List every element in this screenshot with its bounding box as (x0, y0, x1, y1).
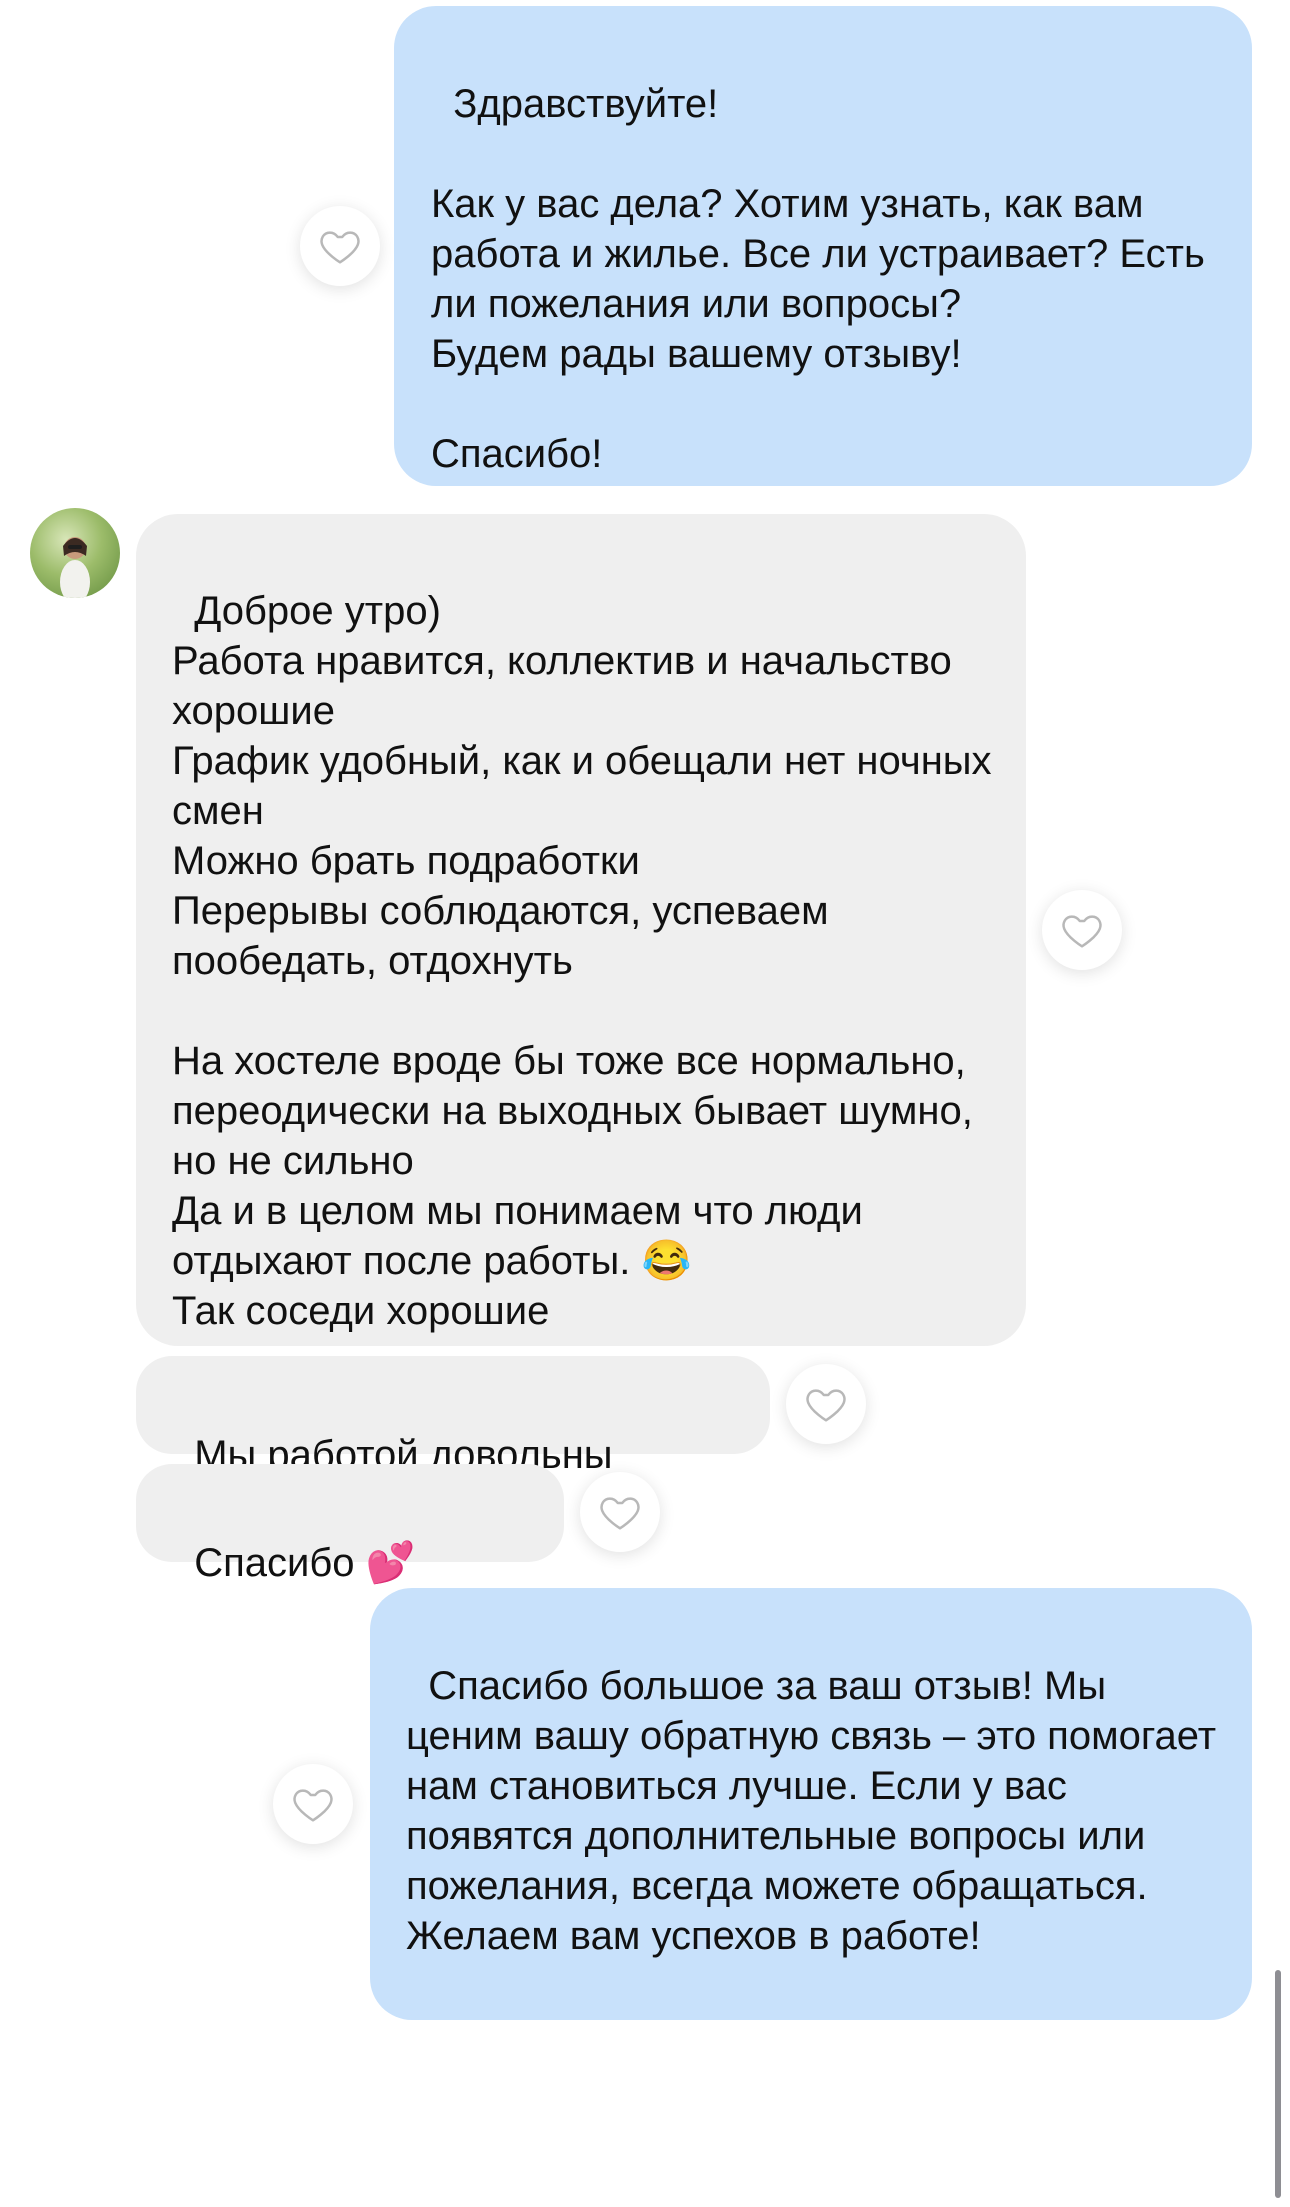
like-button[interactable] (786, 1364, 866, 1444)
like-button[interactable] (300, 206, 380, 286)
avatar-photo (60, 537, 90, 598)
scrollbar[interactable] (1275, 1970, 1281, 2198)
message-text: Спасибо большое за ваш отзыв! Мы ценим в… (406, 1664, 1228, 1958)
incoming-message-bubble[interactable]: Доброе утро) Работа нравится, коллектив … (136, 514, 1026, 1346)
like-button[interactable] (1042, 890, 1122, 970)
message-text: Доброе утро) Работа нравится, коллектив … (172, 589, 992, 1333)
outgoing-message-bubble[interactable]: Здравствуйте! Как у вас дела? Хотим узна… (394, 6, 1252, 486)
heart-outline-icon (600, 1497, 640, 1530)
heart-outline-icon (1062, 915, 1102, 948)
like-button[interactable] (273, 1764, 353, 1844)
heart-outline-icon (320, 231, 360, 264)
like-button[interactable] (580, 1472, 660, 1552)
outgoing-message-bubble[interactable]: Спасибо большое за ваш отзыв! Мы ценим в… (370, 1588, 1252, 2020)
message-text: Здравствуйте! Как у вас дела? Хотим узна… (431, 82, 1205, 476)
heart-outline-icon (293, 1789, 333, 1822)
heart-outline-icon (806, 1389, 846, 1422)
incoming-message-bubble[interactable]: Спасибо 💕 (136, 1464, 564, 1585)
incoming-message-bubble[interactable]: Мы работой довольны (136, 1356, 770, 1477)
sender-avatar[interactable] (30, 508, 120, 598)
message-text: Спасибо 💕 (194, 1541, 416, 1585)
